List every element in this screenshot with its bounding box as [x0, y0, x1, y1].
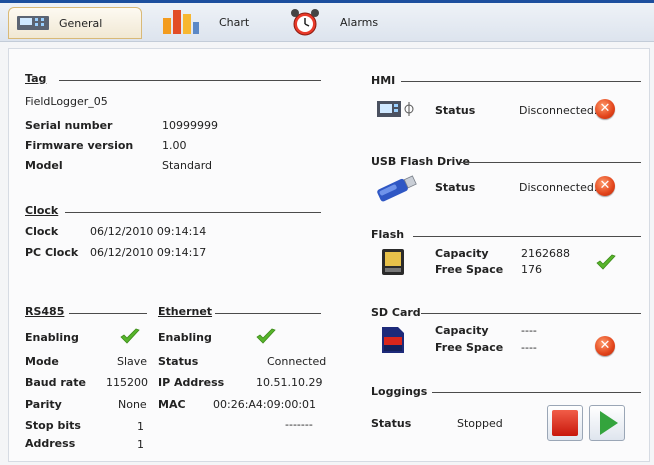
ip-label: IP Address — [158, 376, 225, 389]
flash-free-label: Free Space — [435, 263, 504, 276]
sdcard-error-icon: ✕ — [595, 336, 615, 356]
chart-icon — [163, 10, 199, 34]
parity-value: None — [118, 398, 147, 411]
ethernet-extra-value: ------- — [285, 418, 313, 431]
start-logging-button[interactable] — [589, 405, 625, 441]
pc-clock-value: 06/12/2010 09:14:17 — [90, 246, 207, 259]
tab-chart-label: Chart — [219, 15, 250, 29]
mode-label: Mode — [25, 355, 59, 368]
ip-value: 10.51.10.29 — [256, 376, 323, 389]
flash-capacity-value: 2162688 — [521, 247, 570, 260]
rs485-enabling-label: Enabling — [25, 331, 79, 344]
device-icon — [17, 16, 49, 30]
clock-label: Clock — [25, 225, 59, 238]
sd-card-icon — [382, 327, 404, 353]
address-value: 1 — [137, 438, 144, 451]
usb-status-value: Disconnected. — [519, 181, 598, 194]
hmi-status-value: Disconnected. — [519, 104, 598, 117]
clock-value: 06/12/2010 09:14:14 — [90, 225, 207, 238]
model-value: Standard — [162, 159, 213, 172]
hmi-error-icon: ✕ — [595, 99, 615, 119]
play-icon — [600, 411, 618, 435]
clock-divider — [65, 212, 321, 213]
alarm-clock-icon — [291, 9, 319, 36]
ethernet-status-label: Status — [158, 355, 199, 368]
tab-alarms[interactable]: Alarms — [282, 7, 384, 37]
address-label: Address — [25, 437, 76, 450]
rs485-header: RS485 — [25, 305, 65, 318]
mac-value: 00:26:A4:09:00:01 — [213, 398, 317, 411]
mac-label: MAC — [158, 398, 186, 411]
rs485-enabled-check-icon — [120, 328, 140, 344]
usb-error-icon: ✕ — [595, 176, 615, 196]
flash-header: Flash — [371, 228, 405, 241]
ethernet-enabling-label: Enabling — [158, 331, 212, 344]
flash-capacity-label: Capacity — [435, 247, 489, 260]
pc-clock-label: PC Clock — [25, 246, 79, 259]
loggings-status-label: Status — [371, 417, 412, 430]
flash-memory-icon — [382, 249, 404, 275]
sdcard-header: SD Card — [371, 306, 421, 319]
baud-value: 115200 — [106, 376, 148, 389]
serial-value: 10999999 — [162, 119, 218, 132]
firmware-value: 1.00 — [162, 139, 187, 152]
loggings-status-value: Stopped — [457, 417, 503, 430]
tab-chart[interactable]: Chart — [155, 7, 255, 37]
flash-divider — [413, 236, 641, 237]
sdcard-capacity-value: ---- — [521, 324, 537, 337]
tag-divider — [59, 80, 321, 81]
baud-label: Baud rate — [25, 376, 86, 389]
loggings-divider — [432, 392, 641, 393]
model-label: Model — [25, 159, 63, 172]
serial-label: Serial number — [25, 119, 113, 132]
hmi-divider — [401, 81, 641, 82]
stopbits-label: Stop bits — [25, 419, 81, 432]
usb-header: USB Flash Drive — [371, 155, 470, 168]
hmi-status-label: Status — [435, 104, 476, 117]
parity-label: Parity — [25, 398, 62, 411]
stop-logging-button[interactable] — [547, 405, 583, 441]
sdcard-capacity-label: Capacity — [435, 324, 489, 337]
flash-free-value: 176 — [521, 263, 542, 276]
hmi-device-icon — [377, 101, 414, 117]
tab-alarms-label: Alarms — [340, 15, 379, 29]
tag-name: FieldLogger_05 — [25, 95, 108, 108]
loggings-header: Loggings — [371, 385, 428, 398]
tab-bar: General Chart Alarms — [0, 3, 654, 42]
usb-divider — [461, 162, 641, 163]
flash-ok-check-icon — [596, 254, 616, 270]
sdcard-free-label: Free Space — [435, 341, 504, 354]
ethernet-status-value: Connected — [267, 355, 327, 368]
stop-icon — [552, 410, 578, 436]
mode-value: Slave — [117, 355, 148, 368]
general-panel: Tag FieldLogger_05 Serial number 1099999… — [8, 48, 650, 462]
rs485-divider — [69, 313, 147, 314]
tab-general[interactable]: General — [8, 7, 142, 39]
firmware-label: Firmware version — [25, 139, 134, 152]
clock-header: Clock — [25, 204, 59, 217]
sdcard-free-value: ---- — [521, 341, 537, 354]
hmi-header: HMI — [371, 74, 396, 87]
sdcard-divider — [421, 313, 641, 314]
usb-drive-icon — [377, 175, 417, 202]
ethernet-header: Ethernet — [158, 305, 213, 318]
ethernet-enabled-check-icon — [256, 328, 276, 344]
usb-status-label: Status — [435, 181, 476, 194]
tab-general-label: General — [59, 16, 103, 30]
stopbits-value: 1 — [137, 420, 144, 433]
ethernet-divider — [215, 313, 321, 314]
tag-header: Tag — [25, 72, 47, 85]
